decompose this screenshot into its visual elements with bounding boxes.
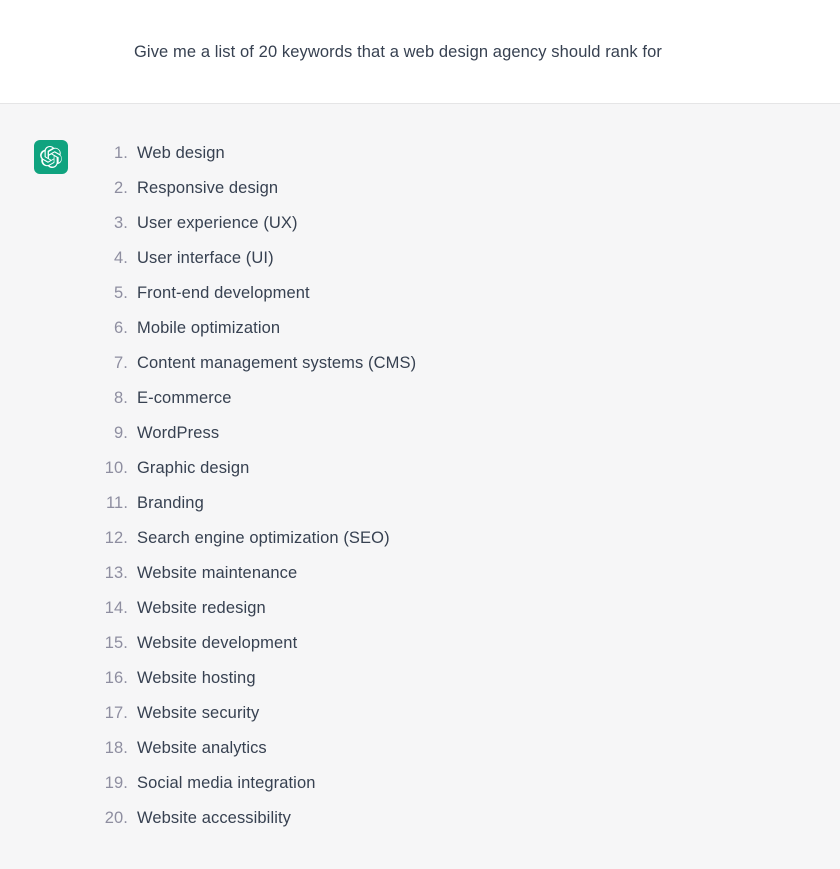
list-item-number: 9. xyxy=(114,424,128,442)
chat-conversation: Give me a list of 20 keywords that a web… xyxy=(0,0,840,869)
list-item-label: Website development xyxy=(137,634,298,652)
list-item-label: Search engine optimization (SEO) xyxy=(137,529,390,547)
list-item: 10. Graphic design xyxy=(94,451,800,486)
list-item: 20. Website accessibility xyxy=(94,801,800,836)
list-item: 13. Website maintenance xyxy=(94,556,800,591)
list-item: 17. Website security xyxy=(94,696,800,731)
list-item-number: 14. xyxy=(104,599,128,617)
list-item-number: 12. xyxy=(104,529,128,547)
list-item-number: 2. xyxy=(114,179,128,197)
list-item-number: 4. xyxy=(114,249,128,267)
list-item-label: E-commerce xyxy=(137,389,232,407)
list-item-label: Website maintenance xyxy=(137,564,298,582)
list-item: 9. WordPress xyxy=(94,416,800,451)
list-item: 3. User experience (UX) xyxy=(94,206,800,241)
list-item-number: 7. xyxy=(114,354,128,372)
list-item: 6. Mobile optimization xyxy=(94,311,800,346)
list-item: 15. Website development xyxy=(94,626,800,661)
list-item-number: 11. xyxy=(105,494,128,512)
list-item-label: Website accessibility xyxy=(137,809,292,827)
list-item-label: Mobile optimization xyxy=(137,319,281,337)
list-item-number: 1. xyxy=(114,144,128,162)
list-item: 1. Web design xyxy=(94,136,800,171)
list-item: 2. Responsive design xyxy=(94,171,800,206)
list-item-label: WordPress xyxy=(137,424,220,442)
list-item-number: 16. xyxy=(104,669,128,687)
list-item-label: Content management systems (CMS) xyxy=(137,354,417,372)
list-item: 14. Website redesign xyxy=(94,591,800,626)
openai-logo-icon xyxy=(40,146,62,168)
list-item-number: 10. xyxy=(104,459,128,477)
list-item-label: Graphic design xyxy=(137,459,250,477)
list-item-number: 5. xyxy=(114,284,128,302)
list-item-label: Website security xyxy=(137,704,260,722)
list-item: 16. Website hosting xyxy=(94,661,800,696)
assistant-response-body: 1. Web design 2. Responsive design 3. User ex… xyxy=(68,136,840,836)
list-item: 4. User interface (UI) xyxy=(94,241,800,276)
list-item: 18. Website analytics xyxy=(94,731,800,766)
list-item-label: Responsive design xyxy=(137,179,279,197)
assistant-avatar-column xyxy=(0,136,68,174)
list-item-number: 17. xyxy=(104,704,128,722)
list-item: 5. Front-end development xyxy=(94,276,800,311)
list-item-label: Social media integration xyxy=(137,774,316,792)
list-item-label: User experience (UX) xyxy=(137,214,298,232)
list-item: 12. Search engine optimization (SEO) xyxy=(94,521,800,556)
list-item: 19. Social media integration xyxy=(94,766,800,801)
list-item-label: Website analytics xyxy=(137,739,267,757)
list-item-number: 15. xyxy=(104,634,128,652)
list-item-number: 8. xyxy=(114,389,128,407)
list-item-number: 6. xyxy=(114,319,128,337)
list-item: 8. E-commerce xyxy=(94,381,800,416)
list-item-label: Branding xyxy=(137,494,204,512)
user-prompt-inner: Give me a list of 20 keywords that a web… xyxy=(0,40,702,64)
list-item: 7. Content management systems (CMS) xyxy=(94,346,800,381)
list-item-label: User interface (UI) xyxy=(137,249,274,267)
list-item-number: 3. xyxy=(114,214,128,232)
list-item-label: Website redesign xyxy=(137,599,266,617)
user-prompt-text: Give me a list of 20 keywords that a web… xyxy=(134,42,662,61)
keyword-list: 1. Web design 2. Responsive design 3. User ex… xyxy=(94,136,800,836)
user-prompt-message: Give me a list of 20 keywords that a web… xyxy=(0,0,840,104)
list-item-label: Website hosting xyxy=(137,669,256,687)
list-item-label: Web design xyxy=(137,144,225,162)
avatar xyxy=(34,140,68,174)
list-item: 11. Branding xyxy=(94,486,800,521)
list-item-number: 19. xyxy=(104,774,128,792)
list-item-number: 13. xyxy=(104,564,128,582)
list-item-number: 18. xyxy=(104,739,128,757)
list-item-label: Front-end development xyxy=(137,284,310,302)
assistant-response-message: 1. Web design 2. Responsive design 3. User ex… xyxy=(0,104,840,869)
list-item-number: 20. xyxy=(104,809,128,827)
